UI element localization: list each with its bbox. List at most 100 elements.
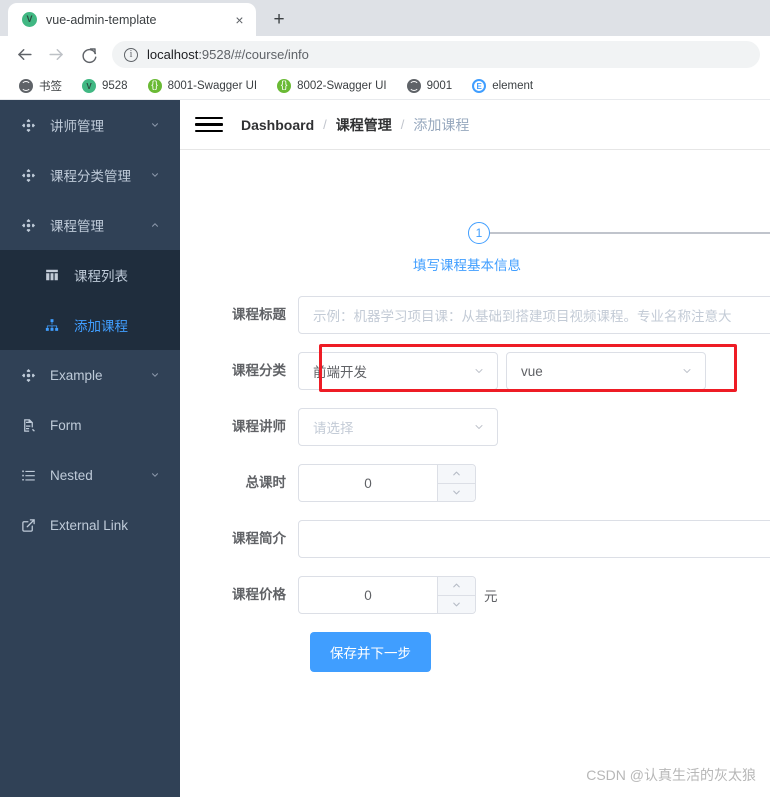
chevron-up-icon: [149, 220, 160, 231]
chevron-down-icon[interactable]: [438, 596, 475, 614]
field-price: 0 元: [298, 576, 498, 614]
sidebar-item-example[interactable]: Example: [0, 350, 180, 400]
step-connector-line: [490, 232, 770, 234]
back-icon[interactable]: [10, 40, 39, 69]
step-head: 1: [468, 222, 770, 244]
bookmarks-bar: 书签 V 9528 {} 8001-Swagger UI {} 8002-Swa…: [0, 73, 770, 100]
forward-icon[interactable]: [42, 40, 71, 69]
chevron-up-icon[interactable]: [438, 465, 475, 484]
main-content: Dashboard / 课程管理 / 添加课程 1 填写课程基本信息 课程标题 …: [180, 100, 770, 797]
breadcrumb-item-course-management[interactable]: 课程管理: [336, 115, 392, 135]
tab-strip: V vue-admin-template × +: [0, 0, 770, 36]
chevron-up-icon[interactable]: [438, 577, 475, 596]
breadcrumb-item-dashboard[interactable]: Dashboard: [241, 117, 314, 133]
chevron-down-icon: [473, 421, 485, 433]
bookmark-item[interactable]: 9001: [397, 79, 463, 93]
bookmark-label: 9528: [102, 80, 128, 92]
chevron-down-icon: [681, 365, 693, 377]
sidebar-item-course-category[interactable]: 课程分类管理: [0, 150, 180, 200]
field-category: 前端开发 vue: [298, 352, 706, 390]
form-row-category: 课程分类 前端开发 vue: [180, 352, 770, 390]
new-tab-button[interactable]: +: [265, 5, 293, 33]
globe-icon: [406, 79, 421, 93]
table-icon: [44, 267, 60, 283]
address-bar[interactable]: i localhost:9528/#/course/info: [112, 41, 760, 68]
element-icon: E: [472, 79, 487, 93]
category-child-value: vue: [521, 363, 543, 379]
form-row-submit: 保存并下一步: [180, 632, 770, 672]
bookmark-item[interactable]: {} 8001-Swagger UI: [138, 79, 268, 93]
course-title-placeholder: 示例：机器学习项目课：从基础到搭建项目视频课程。专业名称注意大: [313, 309, 732, 324]
form-row-price: 课程价格 0 元: [180, 576, 770, 614]
form-row-intro: 课程简介: [180, 520, 770, 558]
lesson-count-value[interactable]: 0: [299, 465, 437, 501]
chevron-down-icon: [149, 120, 160, 131]
save-and-next-button[interactable]: 保存并下一步: [310, 632, 431, 672]
form-label-lessons: 总课时: [245, 475, 287, 490]
steps-container: 1 填写课程基本信息: [180, 150, 770, 274]
form-label-teacher: 课程讲师: [232, 419, 286, 434]
bookmark-item[interactable]: {} 8002-Swagger UI: [267, 79, 397, 93]
component-icon: [20, 117, 36, 133]
field-intro: [298, 520, 770, 558]
bookmark-label: 书签: [39, 81, 62, 93]
step-title: 填写课程基本信息: [413, 258, 521, 273]
sidebar-item-label: External Link: [50, 517, 129, 533]
sidebar-item-course-management[interactable]: 课程管理: [0, 200, 180, 250]
course-form: 课程标题 示例：机器学习项目课：从基础到搭建项目视频课程。专业名称注意大 课程分…: [180, 296, 770, 672]
step-1: 1 填写课程基本信息: [413, 222, 770, 274]
step-number-badge: 1: [468, 222, 490, 244]
category-child-select[interactable]: vue: [506, 352, 706, 390]
form-label-price: 课程价格: [232, 587, 286, 602]
nested-icon: [20, 467, 36, 483]
category-parent-select[interactable]: 前端开发: [298, 352, 498, 390]
course-title-input[interactable]: 示例：机器学习项目课：从基础到搭建项目视频课程。专业名称注意大: [298, 296, 770, 334]
reload-icon[interactable]: [74, 40, 103, 69]
breadcrumb-separator: /: [323, 117, 327, 132]
component-icon: [20, 217, 36, 233]
teacher-placeholder: 请选择: [313, 421, 354, 436]
external-link-icon: [20, 517, 36, 533]
sidebar-item-external-link[interactable]: External Link: [0, 500, 180, 550]
course-price-stepper[interactable]: 0: [298, 576, 476, 614]
sidebar-item-form[interactable]: Form: [0, 400, 180, 450]
bookmark-item[interactable]: 书签: [9, 78, 72, 94]
watermark-text: CSDN @认真生活的灰太狼: [586, 767, 756, 783]
swagger-icon: {}: [147, 79, 162, 93]
breadcrumb: Dashboard / 课程管理 / 添加课程: [241, 115, 469, 135]
chevron-down-icon[interactable]: [438, 484, 475, 502]
close-icon[interactable]: ×: [231, 11, 248, 28]
chevron-down-icon: [149, 370, 160, 381]
bookmark-item[interactable]: E element: [462, 79, 543, 93]
chevron-down-icon: [149, 470, 160, 481]
component-icon: [20, 167, 36, 183]
form-label-intro: 课程简介: [232, 531, 286, 546]
browser-tab[interactable]: V vue-admin-template ×: [8, 3, 256, 36]
globe-icon: [19, 79, 33, 93]
bookmark-label: 8001-Swagger UI: [167, 80, 258, 92]
teacher-select[interactable]: 请选择: [298, 408, 498, 446]
sidebar-item-nested[interactable]: Nested: [0, 450, 180, 500]
sidebar-item-add-course[interactable]: 添加课程: [0, 300, 180, 350]
lesson-count-stepper[interactable]: 0: [298, 464, 476, 502]
sidebar-item-label: Form: [50, 417, 82, 433]
breadcrumb-separator: /: [400, 117, 405, 132]
sidebar-submenu: 课程列表 添加课程: [0, 250, 180, 350]
sidebar-item-course-list[interactable]: 课程列表: [0, 250, 180, 300]
chevron-down-icon: [473, 365, 485, 377]
form-label-title: 课程标题: [232, 307, 286, 322]
sidebar-item-label: 课程列表: [74, 269, 128, 284]
hamburger-icon[interactable]: [195, 111, 223, 139]
bookmark-item[interactable]: V 9528: [72, 79, 138, 93]
course-price-value[interactable]: 0: [299, 577, 437, 613]
browser-toolbar: i localhost:9528/#/course/info: [0, 36, 770, 73]
app-root: 讲师管理 课程分类管理 课程管理 课程列表 添加课程 Example Form …: [0, 100, 770, 797]
form-row-lessons: 总课时 0: [180, 464, 770, 502]
sidebar-item-teachers[interactable]: 讲师管理: [0, 100, 180, 150]
form-icon: [20, 417, 36, 433]
sidebar-item-label: 讲师管理: [50, 119, 104, 134]
course-intro-input[interactable]: [298, 520, 770, 558]
site-info-icon[interactable]: i: [124, 47, 138, 62]
bookmark-label: 8002-Swagger UI: [297, 80, 387, 92]
steps: 1 填写课程基本信息: [180, 222, 770, 274]
